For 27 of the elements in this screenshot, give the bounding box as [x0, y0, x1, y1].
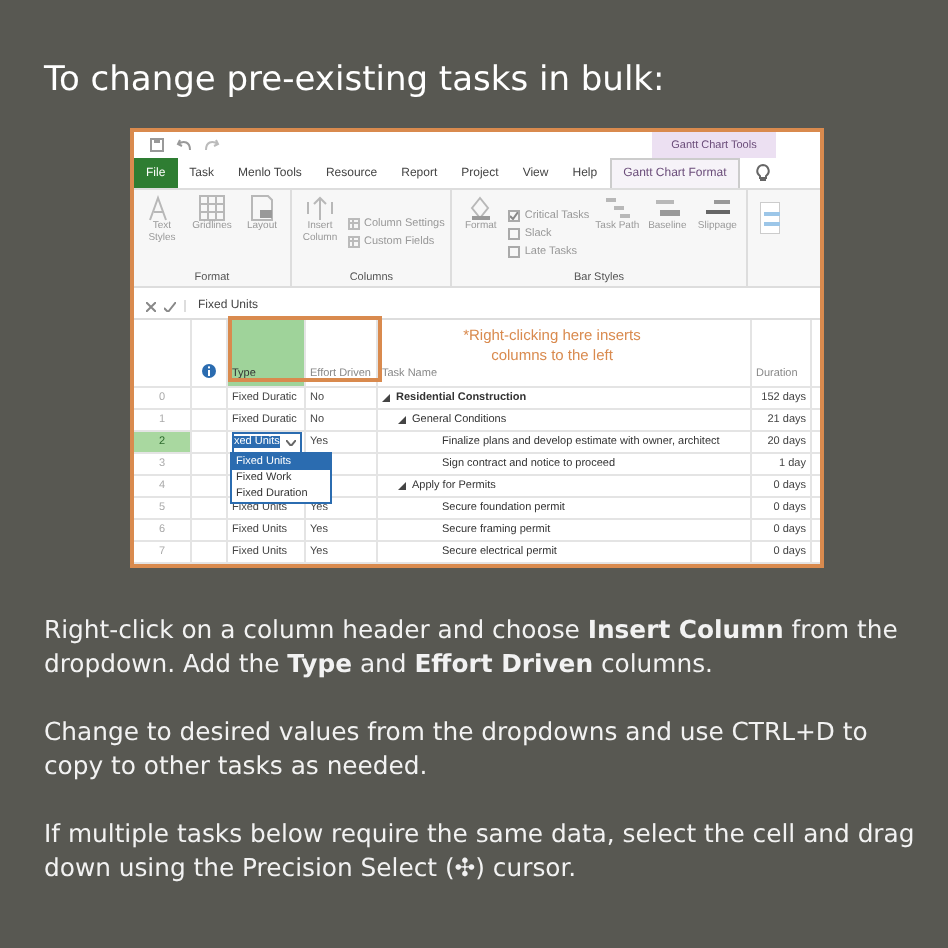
checkbox[interactable] [508, 209, 521, 221]
checkbox[interactable] [508, 227, 521, 239]
instruction-paragraph: Change to desired values from the dropdowns and use CTRL+D to copy to other tasks as needed. [44, 714, 870, 782]
table-settings-icon [348, 236, 360, 248]
lightbulb-icon[interactable] [756, 164, 771, 182]
undo-icon[interactable] [176, 138, 192, 152]
layout-icon [248, 194, 276, 222]
slide-title: To change pre-existing tasks in bulk: [44, 60, 667, 100]
instruction-paragraph: Right-click on a column header and choose Insert Column from the dropdown. Add the Type and Effort Driven columns. [44, 612, 900, 680]
redo-icon[interactable] [204, 138, 220, 152]
collapse-icon[interactable] [382, 394, 390, 402]
caret-icon[interactable] [285, 439, 296, 445]
collapse-icon[interactable] [398, 416, 406, 424]
grid-icon [198, 194, 226, 222]
table-settings-icon [348, 218, 360, 230]
check-icon[interactable] [164, 301, 176, 311]
bar-style-gallery-icon [759, 202, 780, 234]
baseline-icon [653, 194, 682, 222]
info-icon [202, 364, 216, 378]
cancel-icon[interactable] [146, 301, 156, 311]
save-icon[interactable] [150, 138, 164, 152]
task-path-icon [603, 194, 632, 222]
instruction-paragraph: If multiple tasks below require the same data, select the cell and drag down using the Precision Select (✣) cursor. [44, 816, 917, 884]
insert-column-icon [306, 194, 334, 222]
collapse-icon[interactable] [398, 482, 406, 490]
checkbox[interactable] [508, 245, 521, 257]
paint-bucket-icon [466, 194, 495, 222]
